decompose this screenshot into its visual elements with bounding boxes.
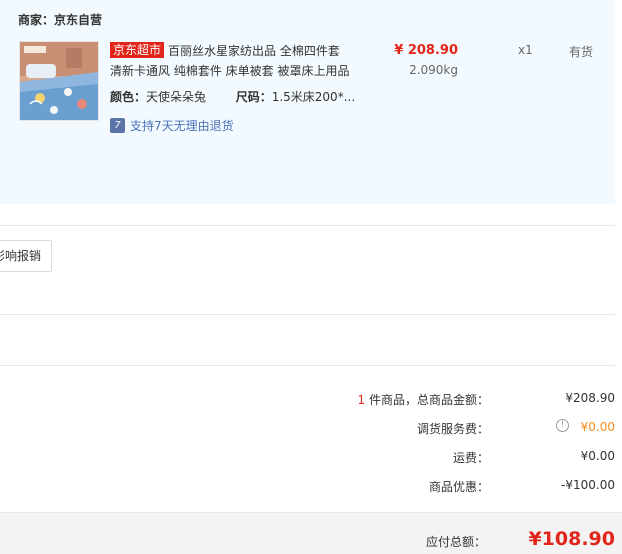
product-title[interactable]: 京东超市 百丽丝水星家纺出品 全棉四件套 清新卡通风 纯棉套件 床单被套 被罩床上… [110,41,370,81]
stock-status: 有货 [569,45,594,59]
shipping-label: 运费： [452,451,489,465]
seven-day-return-icon: 7 [110,118,125,133]
invoice-option-button[interactable]: 影响报销 [0,240,52,272]
transfer-fee-label: 调货服务费： [416,422,489,436]
return-policy-text: 支持7天无理由退货 [130,119,234,133]
summary-transfer-fee-row: 调货服务费： ! ¥0.00 [0,419,615,438]
divider [0,225,615,226]
color-value: 天使朵朵兔 [146,90,207,104]
summary-goods-label: 1 件商品，总商品金额： [357,393,489,407]
payable-value: ¥108.90 [528,528,615,550]
shipping-value: ¥0.00 [580,449,615,463]
summary-discount-row: 商品优惠： -¥100.00 [0,478,615,496]
product-quantity: x1 [518,43,533,57]
product-weight: 2.090kg [409,63,458,77]
summary-shipping-row: 运费： ¥0.00 [0,449,615,467]
product-attributes: 颜色：天使朵朵兔 尺码：1.5米床200*... [110,88,355,105]
color-label: 颜色： [110,90,147,104]
info-icon[interactable]: ! [556,419,569,432]
transfer-fee-value: ¥0.00 [580,420,615,434]
jd-supermarket-badge: 京东超市 [110,42,165,58]
discount-label: 商品优惠： [428,480,489,494]
product-thumbnail[interactable] [19,41,99,121]
summary-total-goods-row: 1 件商品，总商品金额： ¥208.90 [0,391,615,409]
size-label: 尺码： [235,90,272,104]
summary-goods-value: ¥208.90 [565,391,615,405]
payable-label: 应付总额： [425,535,486,549]
divider [0,314,615,315]
product-title-line1: 百丽丝水星家纺出品 全棉四件套 [168,44,340,58]
order-item-panel: 商家：京东自营 京东超市 百丽丝水星家纺出品 全棉四件套 清新卡通风 纯棉套件 床… [0,0,615,204]
product-title-line2: 清新卡通风 纯棉套件 床单被套 被罩床上用品 [110,64,350,78]
seller-label: 商家：京东自营 [18,13,103,27]
size-value: 1.5米床200*... [271,90,356,104]
product-price: ¥ 208.90 [394,43,458,58]
payable-total-bar: 应付总额： ¥108.90 [0,512,622,554]
return-policy-link[interactable]: 7 支持7天无理由退货 [110,117,234,134]
divider [0,365,615,366]
discount-value: -¥100.00 [561,478,615,492]
